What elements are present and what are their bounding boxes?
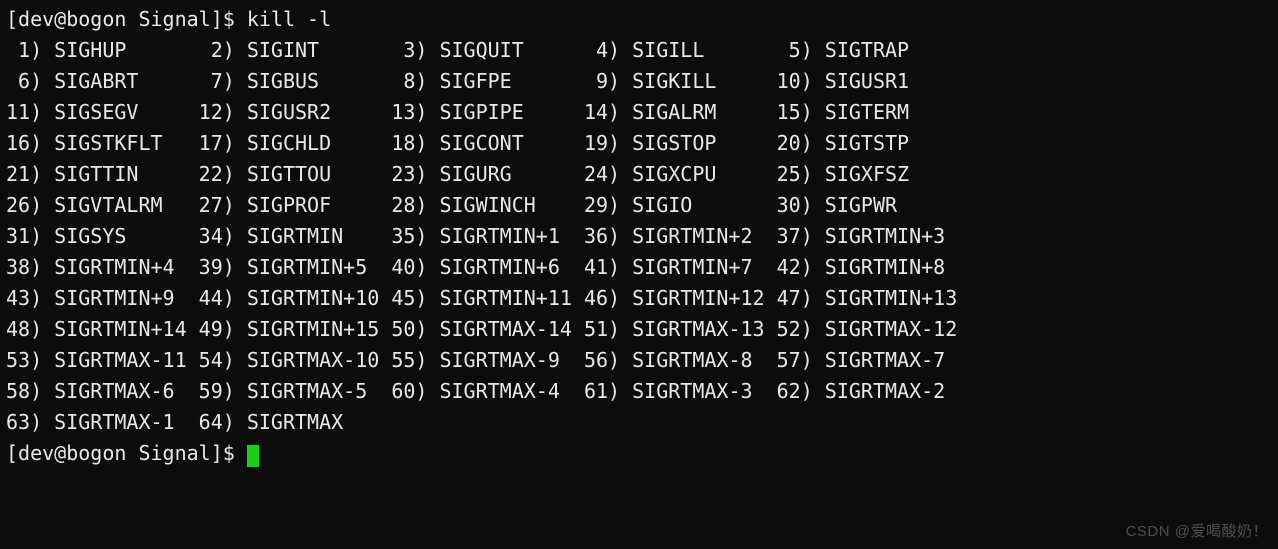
cursor-block	[247, 445, 259, 467]
signal-row: 31) SIGSYS 34) SIGRTMIN 35) SIGRTMIN+1 3…	[6, 221, 1272, 252]
watermark-text: CSDN @爱喝酸奶！	[1126, 520, 1268, 543]
signal-row: 38) SIGRTMIN+4 39) SIGRTMIN+5 40) SIGRTM…	[6, 252, 1272, 283]
signal-row: 6) SIGABRT 7) SIGBUS 8) SIGFPE 9) SIGKIL…	[6, 66, 1272, 97]
signal-row: 53) SIGRTMAX-11 54) SIGRTMAX-10 55) SIGR…	[6, 345, 1272, 376]
signal-row: 21) SIGTTIN 22) SIGTTOU 23) SIGURG 24) S…	[6, 159, 1272, 190]
signal-row: 16) SIGSTKFLT 17) SIGCHLD 18) SIGCONT 19…	[6, 128, 1272, 159]
signal-row: 11) SIGSEGV 12) SIGUSR2 13) SIGPIPE 14) …	[6, 97, 1272, 128]
prompt-line: [dev@bogon Signal]$ kill -l	[6, 4, 1272, 35]
terminal-output: [dev@bogon Signal]$ kill -l 1) SIGHUP 2)…	[6, 4, 1272, 469]
signal-row: 43) SIGRTMIN+9 44) SIGRTMIN+10 45) SIGRT…	[6, 283, 1272, 314]
shell-prompt: [dev@bogon Signal]$	[6, 441, 247, 465]
signal-row: 26) SIGVTALRM 27) SIGPROF 28) SIGWINCH 2…	[6, 190, 1272, 221]
signal-row: 48) SIGRTMIN+14 49) SIGRTMIN+15 50) SIGR…	[6, 314, 1272, 345]
signal-row: 58) SIGRTMAX-6 59) SIGRTMAX-5 60) SIGRTM…	[6, 376, 1272, 407]
shell-prompt: [dev@bogon Signal]$	[6, 7, 247, 31]
signal-row: 1) SIGHUP 2) SIGINT 3) SIGQUIT 4) SIGILL…	[6, 35, 1272, 66]
signal-row: 63) SIGRTMAX-1 64) SIGRTMAX	[6, 407, 1272, 438]
command-text: kill -l	[247, 7, 331, 31]
prompt-line-waiting[interactable]: [dev@bogon Signal]$	[6, 438, 1272, 469]
